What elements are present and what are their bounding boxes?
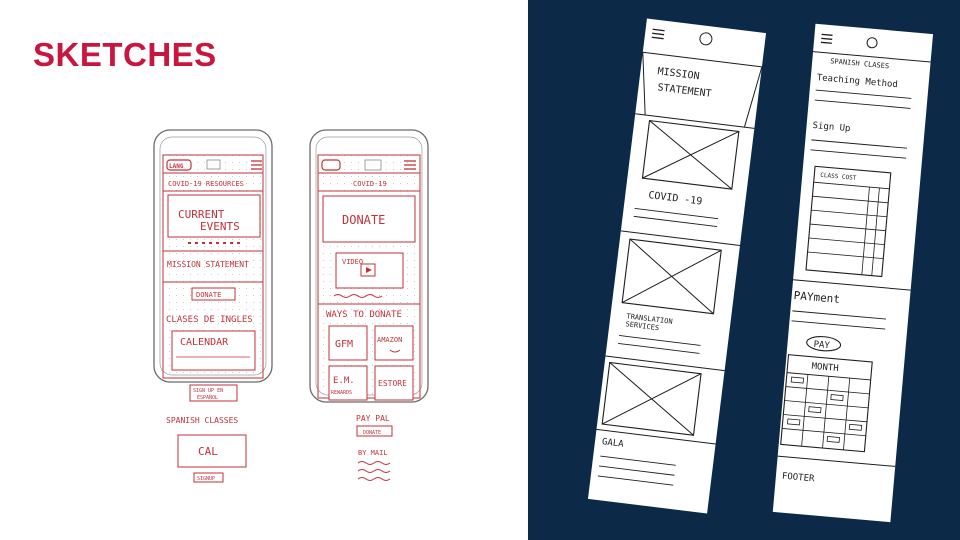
phone1-signup-small: SIGNUP <box>197 476 215 482</box>
phone2-bymail: BY MAIL <box>358 449 388 457</box>
phone1-signup: SIGN UP EN <box>193 388 223 394</box>
phone1-classes: CLASES DE INGLES <box>166 315 253 325</box>
phone2-amazon: AMAZON <box>377 336 402 344</box>
svg-text:ESPAÑOL: ESPAÑOL <box>197 394 218 401</box>
svg-text:REWARDS: REWARDS <box>331 390 352 396</box>
phone2-ways: WAYS TO DONATE <box>326 310 402 320</box>
phone2-paypal-btn: DONATE <box>363 430 381 436</box>
phone1-donate: DONATE <box>196 291 221 299</box>
phone2-donate: DONATE <box>342 213 385 227</box>
phone1-spanish: SPANISH CLASSES <box>166 416 238 425</box>
phone1-logo: LANG <box>169 163 184 170</box>
phone2-em: E.M. <box>333 376 355 386</box>
svg-text:EVENTS: EVENTS <box>200 220 240 233</box>
strip2-pay: PAY <box>813 340 831 351</box>
phone1-banner: COVID-19 RESOURCES <box>168 180 244 188</box>
phone2-paypal: PAY PAL <box>356 414 390 423</box>
phone2-estore: ESTORE <box>378 379 407 388</box>
phone1-mission: MISSION STATEMENT <box>167 260 249 269</box>
sketch-canvas: LANG COVID-19 RESOURCES CURRENT EVENTS M… <box>153 18 934 523</box>
phone2-banner: COVID-19 <box>353 180 387 188</box>
phone1-calendar: CALENDAR <box>180 337 229 348</box>
phone-sketch-middle: COVID-19 DONATE VIDEO WAYS TO DONATE GFM… <box>309 129 429 481</box>
wireframe-strip-left: MISSION STATEMENT COVID -19 TRANSLATION … <box>587 18 767 514</box>
phone2-gfm: GFM <box>335 339 353 350</box>
phone2-video: VIDEO <box>342 258 363 266</box>
phone-sketch-left: LANG COVID-19 RESOURCES CURRENT EVENTS M… <box>153 129 273 483</box>
wireframe-strip-right: SPANISH CLASES Teaching Method Sign Up C… <box>772 23 934 523</box>
phone1-cal: CAL <box>198 445 218 458</box>
